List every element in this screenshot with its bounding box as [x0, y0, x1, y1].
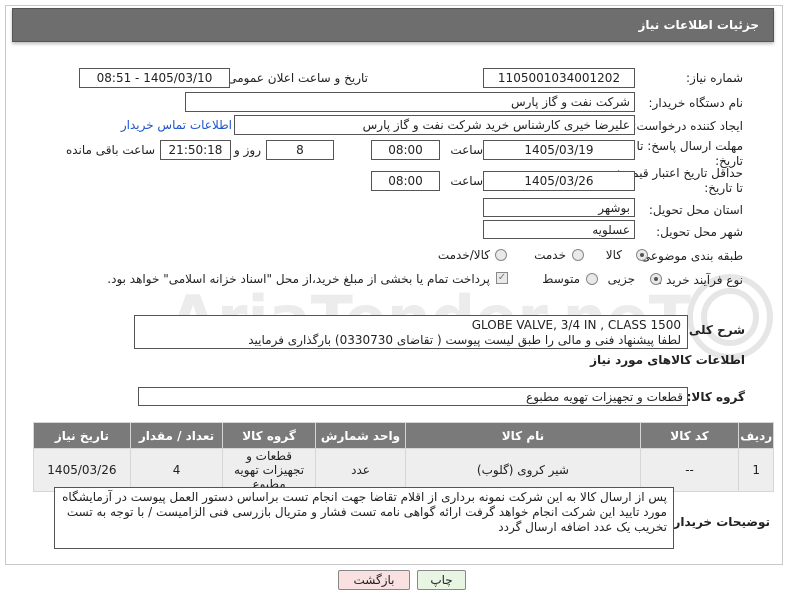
deadline-time-label: ساعت: [450, 143, 483, 157]
panel-header: جزئیات اطلاعات نیاز: [12, 8, 774, 42]
buyer-label: نام دستگاه خریدار:: [648, 96, 744, 110]
buyer-notes-field: پس از ارسال کالا به این شرکت نمونه بردار…: [54, 487, 674, 549]
announce-label: تاریخ و ساعت اعلان عمومی:: [223, 71, 368, 85]
cell-group: قطعات و تجهیزات تهویه مطبوع: [222, 448, 316, 492]
validity-date-field: 1405/03/26: [483, 171, 635, 191]
city-label: شهر محل تحویل:: [656, 225, 743, 239]
category-option-goods-service: کالا/خدمت: [437, 248, 490, 262]
col-unit: واحد شمارش: [314, 422, 407, 449]
process-radio-medium[interactable]: [586, 273, 598, 285]
need-number-label: شماره نیاز:: [686, 71, 743, 85]
description-line-1: GLOBE VALVE, 3/4 IN , CLASS 1500: [471, 318, 681, 332]
treasury-checkbox[interactable]: ✓: [496, 272, 508, 284]
need-number-field: 1105001034001202: [483, 68, 635, 88]
cell-row: 1: [738, 448, 774, 492]
remaining-label: ساعت باقی مانده: [65, 143, 155, 157]
table-header-row: ردیف کد کالا نام کالا واحد شمارش گروه کا…: [33, 422, 774, 449]
province-label: استان محل تحویل:: [648, 203, 743, 217]
validity-label-2: تا تاریخ:: [704, 181, 743, 195]
col-group: گروه کالا: [222, 422, 316, 449]
category-label: طبقه بندی موضوعی:: [636, 249, 743, 263]
goods-section-title: اطلاعات کالاهای مورد نیاز: [590, 353, 745, 367]
category-option-service: خدمت: [534, 248, 566, 262]
category-radio-goods[interactable]: [636, 249, 648, 261]
category-radio-goods-service[interactable]: [495, 249, 507, 261]
buyer-field: شرکت نفت و گاز پارس: [185, 92, 635, 112]
deadline-time-field: 08:00: [371, 140, 440, 160]
goods-group-field: قطعات و تجهیزات تهویه مطبوع: [138, 387, 688, 406]
buyer-notes-label: توضیحات خریدار:: [668, 515, 770, 529]
description-line-2: لطفا پیشنهاد فنی و مالی را طبق لیست پیوس…: [248, 333, 681, 347]
table-row: 1 -- شیر کروی (گلوب) عدد قطعات و تجهیزات…: [33, 448, 774, 492]
days-label: روز و: [234, 143, 261, 157]
province-field: بوشهر: [483, 198, 635, 217]
process-label: نوع فرآیند خرید :: [658, 273, 743, 287]
buyer-notes-line-1: پس از ارسال کالا به این شرکت نمونه بردار…: [62, 490, 667, 504]
cell-code: --: [639, 448, 740, 492]
cell-date: 1405/03/26: [33, 448, 131, 492]
days-field: 8: [266, 140, 334, 160]
col-code: کد کالا: [639, 422, 740, 449]
category-option-goods: کالا: [605, 248, 622, 262]
process-option-medium: متوسط: [542, 272, 580, 286]
announce-field: 1405/03/10 - 08:51: [79, 68, 230, 88]
goods-table: ردیف کد کالا نام کالا واحد شمارش گروه کا…: [33, 422, 774, 492]
buyer-contact-link[interactable]: اطلاعات تماس خریدار: [121, 118, 232, 132]
goods-group-label: گروه کالا:: [686, 390, 745, 404]
process-radio-minor[interactable]: [650, 273, 662, 285]
buyer-notes-line-2: مورد تایید این شرکت انجام خواهد گرفت ارا…: [66, 505, 667, 519]
process-option-minor: جزیی: [607, 272, 635, 286]
creator-field: علیرضا خیری کارشناس خرید شرکت نفت و گاز …: [234, 115, 635, 135]
city-field: عسلویه: [483, 220, 635, 239]
validity-time-field: 08:00: [371, 171, 440, 191]
col-row: ردیف: [738, 422, 774, 449]
buyer-notes-line-3: تخریب یک عدد اضافه ارسال گردد: [498, 520, 667, 534]
cell-name: شیر کروی (گلوب): [405, 448, 641, 492]
page-title: جزئیات اطلاعات نیاز: [638, 18, 759, 32]
deadline-date-field: 1405/03/19: [483, 140, 635, 160]
col-name: نام کالا: [405, 422, 641, 449]
cell-qty: 4: [129, 448, 224, 492]
description-field: GLOBE VALVE, 3/4 IN , CLASS 1500 لطفا پی…: [134, 315, 688, 349]
col-date: تاریخ نیاز: [33, 422, 131, 449]
creator-label: ایجاد کننده درخواست:: [632, 119, 743, 133]
print-button[interactable]: چاپ: [417, 570, 466, 590]
back-button[interactable]: بازگشت: [338, 570, 410, 590]
validity-label-1: حداقل تاریخ اعتبار قیمت:: [616, 166, 743, 180]
cell-unit: عدد: [314, 448, 407, 492]
payment-note: پرداخت تمام یا بخشی از مبلغ خرید،از محل …: [107, 272, 490, 286]
category-radio-service[interactable]: [572, 249, 584, 261]
deadline-label-1: مهلت ارسال پاسخ: تا: [636, 139, 743, 153]
validity-time-label: ساعت: [450, 174, 483, 188]
col-qty: تعداد / مقدار: [129, 422, 224, 449]
remaining-time-field: 21:50:18: [160, 140, 231, 160]
